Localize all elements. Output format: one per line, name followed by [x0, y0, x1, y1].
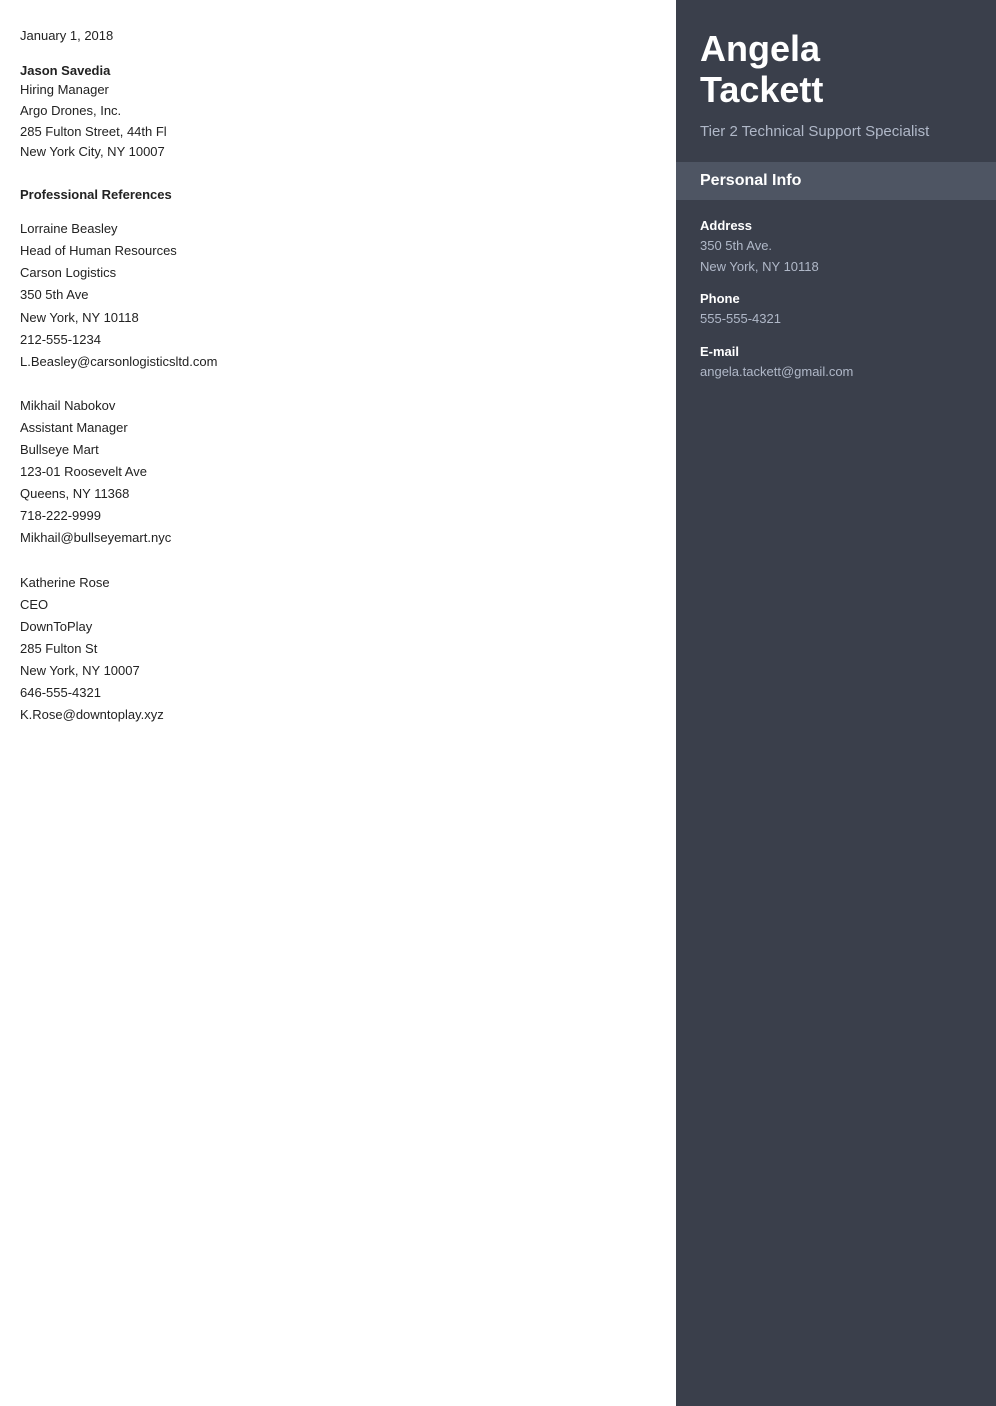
address-line1: 350 5th Ave.	[700, 238, 772, 253]
ref3-address1: 285 Fulton St	[20, 638, 640, 660]
address-line2: New York, NY 10118	[700, 259, 819, 274]
recipient-address2: New York City, NY 10007	[20, 142, 640, 163]
phone-value: 555-555-4321	[700, 309, 972, 330]
address-value: 350 5th Ave. New York, NY 10118	[700, 236, 972, 278]
ref2-title: Assistant Manager	[20, 417, 640, 439]
right-panel: Angela Tackett Tier 2 Technical Support …	[676, 0, 996, 1406]
ref1-company: Carson Logistics	[20, 262, 640, 284]
recipient-name: Jason Savedia	[20, 63, 640, 78]
email-label: E-mail	[700, 344, 972, 359]
reference-1: Lorraine Beasley Head of Human Resources…	[20, 218, 640, 373]
ref2-name: Mikhail Nabokov	[20, 395, 640, 417]
recipient-block: Jason Savedia Hiring Manager Argo Drones…	[20, 63, 640, 163]
left-panel: January 1, 2018 Jason Savedia Hiring Man…	[0, 0, 676, 1406]
recipient-company: Argo Drones, Inc.	[20, 101, 640, 122]
sidebar-header: Angela Tackett Tier 2 Technical Support …	[676, 0, 996, 162]
ref2-address1: 123-01 Roosevelt Ave	[20, 461, 640, 483]
references-heading: Professional References	[20, 187, 640, 202]
phone-label: Phone	[700, 291, 972, 306]
reference-3: Katherine Rose CEO DownToPlay 285 Fulton…	[20, 572, 640, 727]
recipient-address1: 285 Fulton Street, 44th Fl	[20, 122, 640, 143]
candidate-first-name: Angela	[700, 28, 820, 69]
ref3-email: K.Rose@downtoplay.xyz	[20, 704, 640, 726]
date: January 1, 2018	[20, 28, 640, 43]
ref1-title: Head of Human Resources	[20, 240, 640, 262]
ref1-email: L.Beasley@carsonlogisticsltd.com	[20, 351, 640, 373]
ref1-phone: 212-555-1234	[20, 329, 640, 351]
ref3-title: CEO	[20, 594, 640, 616]
ref1-address1: 350 5th Ave	[20, 284, 640, 306]
email-value: angela.tackett@gmail.com	[700, 362, 972, 383]
personal-info-heading: Personal Info	[676, 162, 996, 200]
ref3-company: DownToPlay	[20, 616, 640, 638]
candidate-last-name: Tackett	[700, 69, 823, 110]
recipient-title: Hiring Manager	[20, 80, 640, 101]
ref2-email: Mikhail@bullseyemart.nyc	[20, 527, 640, 549]
personal-info-section: Personal Info Address 350 5th Ave. New Y…	[676, 162, 996, 421]
ref1-name: Lorraine Beasley	[20, 218, 640, 240]
ref3-name: Katherine Rose	[20, 572, 640, 594]
candidate-title: Tier 2 Technical Support Specialist	[700, 121, 972, 142]
reference-2: Mikhail Nabokov Assistant Manager Bullse…	[20, 395, 640, 550]
ref2-phone: 718-222-9999	[20, 505, 640, 527]
ref2-address2: Queens, NY 11368	[20, 483, 640, 505]
ref3-phone: 646-555-4321	[20, 682, 640, 704]
address-label: Address	[700, 218, 972, 233]
candidate-name: Angela Tackett	[700, 28, 972, 111]
ref1-address2: New York, NY 10118	[20, 307, 640, 329]
ref3-address2: New York, NY 10007	[20, 660, 640, 682]
ref2-company: Bullseye Mart	[20, 439, 640, 461]
